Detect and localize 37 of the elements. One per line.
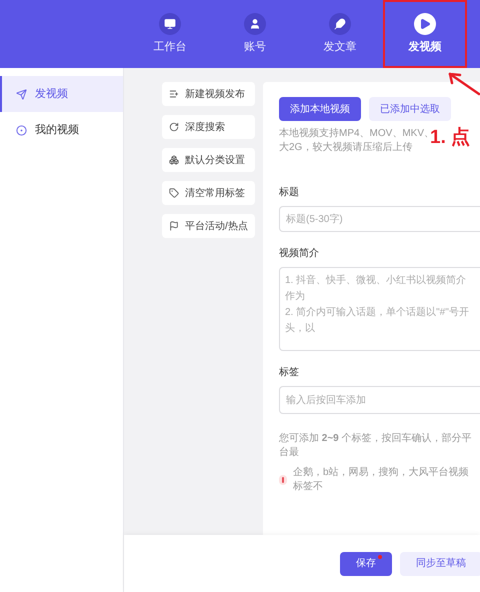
sidebar-item[interactable]: 发视频 [0,76,123,112]
save-button[interactable]: 保存 [340,552,392,576]
user-icon [244,12,266,35]
field-label: 视频简介 [279,246,320,261]
play-icon [414,12,436,35]
hint-text: 大2G，较大视频请压缩后上传 [279,141,412,155]
tip-text: 您可添加 2~9 个标签，按回车确认，部分平台最 [279,432,472,460]
warning-icon [279,475,287,485]
refresh-icon [169,122,179,132]
field-label: 标题 [279,186,300,200]
draft-button[interactable]: 同步至草稿 [400,552,480,576]
field-label: 标签 [279,366,300,380]
nav-tab[interactable]: 发文章 [316,8,364,60]
nav-tab[interactable]: 工作台 [146,8,194,60]
monitor-icon [159,12,181,35]
tags-input[interactable]: 输入后按回车添加 [279,386,480,414]
arrow-icon [446,70,480,96]
shortcut-item[interactable]: 清空常用标签 [162,181,255,205]
add-video-button[interactable]: 添加本地视频 [279,97,361,121]
send-icon [16,88,27,100]
shortcut-item[interactable]: 新建视频发布 [162,82,255,106]
shortcut-item[interactable]: 平台活动/热点 [162,214,255,238]
tip-text: 企鹅，b站，网易，搜狗，大风平台视频标签不 [293,466,470,494]
grid-icon [169,155,179,165]
flag-icon [169,221,179,231]
shortcut-item[interactable]: 默认分类设置 [162,148,255,172]
title-input[interactable]: 标题(5-30字) [279,206,480,232]
tag-icon [169,188,179,198]
nav-tab[interactable]: 发视频 [400,8,450,60]
shortcut-item[interactable]: 深度搜索 [162,115,255,139]
target-icon [16,124,27,136]
feather-icon [329,12,351,35]
list-icon [169,89,179,99]
nav-tab[interactable]: 账号 [236,8,274,60]
sidebar-item[interactable]: 我的视频 [0,112,123,148]
select-video-button[interactable]: 已添加中选取 [369,97,451,121]
intro-textarea[interactable]: 1. 抖音、快手、微视、小红书以视频简介作为 2. 简介内可输入话题，单个话题以"#"号开头，以 [279,267,480,351]
